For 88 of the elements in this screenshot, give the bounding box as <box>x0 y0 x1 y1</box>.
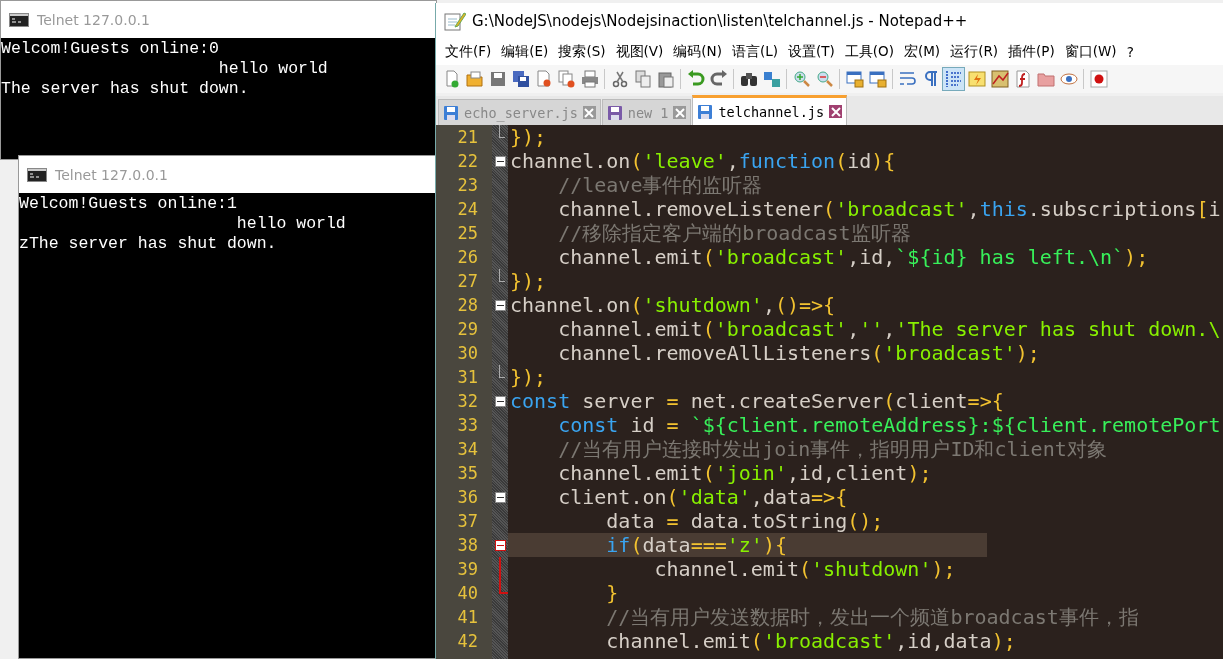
menu-item[interactable]: 编辑(E) <box>496 43 554 61</box>
notepad-icon <box>444 11 466 31</box>
menu-item[interactable]: 运行(R) <box>945 43 1004 61</box>
line-number: 39 <box>456 558 479 581</box>
window-title: Telnet 127.0.0.1 <box>37 11 150 28</box>
code-line: //移除指定客户端的broadcast监听器 <box>557 221 911 245</box>
line-number: 28 <box>456 294 479 317</box>
indent-guide-icon[interactable] <box>942 67 965 91</box>
tab-label: echo_server.js <box>464 104 578 121</box>
menu-item[interactable]: ? <box>1121 44 1139 60</box>
code-line: }); <box>509 125 547 149</box>
line-number: 42 <box>456 630 479 653</box>
code-line: const id = `${client.remoteAddress}:${client.remotePort <box>557 413 1221 437</box>
console-line: The server has shut down. <box>1 79 250 99</box>
code-line: channel.emit('join',id,client); <box>557 461 932 485</box>
menu-item[interactable]: 宏(M) <box>898 43 946 61</box>
console-line: hello world <box>235 214 347 234</box>
code-line: channel.emit('shutdown'); <box>653 557 956 581</box>
fold-toggle[interactable] <box>494 155 506 167</box>
fold-end-marker <box>499 268 505 282</box>
line-number: 21 <box>456 126 479 149</box>
record-icon[interactable] <box>1087 67 1110 91</box>
line-number: 41 <box>456 606 479 629</box>
fold-line <box>499 557 501 581</box>
line-number: 36 <box>456 486 479 509</box>
close-icon[interactable] <box>829 105 843 118</box>
code-line: //leave事件的监听器 <box>557 173 763 197</box>
file-tab[interactable]: telchannel.js <box>692 95 848 125</box>
code-line: //当有用户发送数据时，发出一个频道broadcast事件，指 <box>605 605 1139 629</box>
line-number: 24 <box>456 198 479 221</box>
line-number: 26 <box>456 246 479 269</box>
console-icon <box>9 12 29 27</box>
menu-item[interactable]: 搜索(S) <box>553 43 611 61</box>
fold-toggle[interactable] <box>494 539 506 551</box>
line-number: 34 <box>456 438 479 461</box>
fold-end-marker <box>499 125 505 138</box>
line-number: 37 <box>456 510 479 533</box>
tab-label: telchannel.js <box>718 103 825 120</box>
code-line: client.on('data',data=>{ <box>557 485 848 509</box>
code-line: const server = net.createServer(client=>{ <box>509 389 1004 413</box>
fold-end-marker <box>499 364 505 378</box>
line-number: 32 <box>456 390 479 413</box>
fold-toggle[interactable] <box>494 299 506 311</box>
line-number: 38 <box>456 534 479 557</box>
code-line: channel.emit('broadcast','','The server has shut down.\ <box>557 317 1221 341</box>
line-number: 27 <box>456 270 479 293</box>
menu-item[interactable]: 视图(V) <box>610 43 669 61</box>
close-icon[interactable] <box>673 106 687 119</box>
code-line: channel.removeAllListeners('broadcast'); <box>557 341 1040 365</box>
menu-item[interactable]: 插件(P) <box>1003 43 1060 61</box>
console-line: hello world <box>217 59 329 79</box>
close-icon[interactable] <box>582 106 596 119</box>
code-line: }); <box>509 365 547 389</box>
code-line: }); <box>509 269 547 293</box>
code-line: channel.on('shutdown',()=>{ <box>509 293 836 317</box>
code-line: channel.on('leave',function(id){ <box>509 149 896 173</box>
menu-item[interactable]: 窗口(W) <box>1059 43 1122 61</box>
line-number: 23 <box>456 174 479 197</box>
menu-item[interactable]: 工具(O) <box>839 43 899 61</box>
console-line: Welcom!Guests online:0 <box>1 39 220 59</box>
code-line: channel.emit('broadcast',id,`${id} has left.\n`); <box>557 245 1149 269</box>
code-line: } <box>605 581 619 605</box>
code-line: //当有用户连接时发出join事件，指明用户ID和client对象 <box>557 437 1107 461</box>
line-number: 22 <box>456 150 479 173</box>
line-number: 29 <box>456 318 479 341</box>
menu-item[interactable]: 文件(F) <box>440 43 497 61</box>
menu-item[interactable]: 设置(T) <box>783 43 840 61</box>
fold-toggle[interactable] <box>494 491 506 503</box>
map-icon[interactable] <box>988 67 1011 91</box>
fold-end-marker <box>498 580 508 594</box>
console-line: Welcom!Guests online:1 <box>19 194 238 214</box>
window-title: Telnet 127.0.0.1 <box>55 166 168 183</box>
line-number: 33 <box>456 414 479 437</box>
menu-item[interactable]: 编码(N) <box>668 43 727 61</box>
line-number: 25 <box>456 222 479 245</box>
code-line: channel.emit('broadcast',id,data); <box>605 629 1016 653</box>
line-number: 40 <box>456 582 479 605</box>
code-line: channel.removeListener('broadcast',this.subscriptions[i <box>557 197 1221 221</box>
console-line: zThe server has shut down. <box>19 234 278 254</box>
line-number: 31 <box>456 366 479 389</box>
line-number: 35 <box>456 462 479 485</box>
window-title: G:\NodeJS\nodejs\Nodejsinaction\listen\telchannel.js - Notepad++ <box>472 12 968 30</box>
tab-label: new 1 <box>627 104 669 121</box>
code-line: data = data.toString(); <box>605 509 884 533</box>
line-number: 30 <box>456 342 479 365</box>
console-icon <box>27 167 47 182</box>
menu-item[interactable]: 语言(L) <box>726 43 783 61</box>
fold-toggle[interactable] <box>494 395 506 407</box>
